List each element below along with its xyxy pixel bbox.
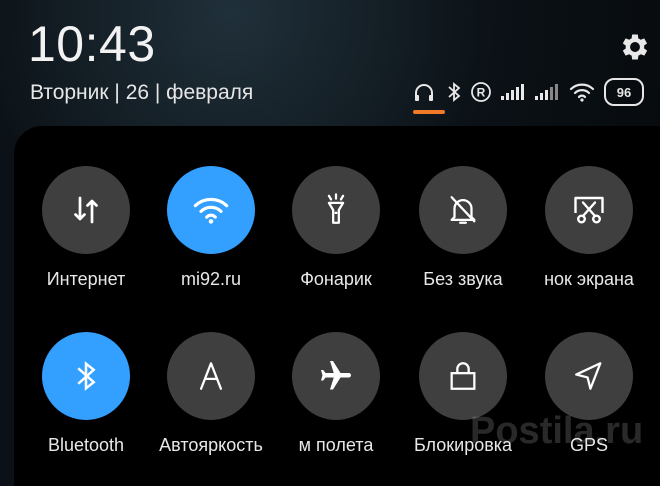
status-area: 10:43 Вторник | 26 | февраля R 96	[0, 0, 660, 135]
flashlight-icon[interactable]	[292, 166, 380, 254]
tile-bluetooth[interactable]: Bluetooth	[23, 332, 149, 456]
tile-flashlight[interactable]: Фонарик	[273, 166, 399, 290]
signal-icon	[534, 80, 560, 104]
tile-label: mi92.ru	[180, 269, 242, 289]
bluetooth-icon[interactable]	[42, 332, 130, 420]
tile-label: нок экрана	[544, 269, 634, 289]
signal-icon	[500, 80, 526, 104]
wifi-icon	[568, 80, 596, 104]
airplane-icon[interactable]	[292, 332, 380, 420]
date-text[interactable]: Вторник | 26 | февраля	[30, 80, 253, 106]
registered-icon: R	[470, 80, 492, 104]
lock-icon[interactable]	[419, 332, 507, 420]
clock-time[interactable]: 10:43	[28, 14, 156, 74]
tile-airplane[interactable]: м полета	[273, 332, 399, 456]
tile-wifi[interactable]: mi92.ru	[148, 166, 274, 290]
watermark: Postila.ru	[470, 410, 644, 452]
bell-off-icon[interactable]	[419, 166, 507, 254]
battery-icon: 96	[604, 78, 644, 106]
tile-label: Интернет	[46, 269, 126, 289]
screenshot-icon[interactable]	[545, 166, 633, 254]
tile-label: м полета	[298, 435, 374, 455]
wifi-icon[interactable]	[167, 166, 255, 254]
auto-brightness-icon[interactable]	[167, 332, 255, 420]
status-icons: R 96	[410, 78, 644, 106]
tile-internet[interactable]: Интернет	[23, 166, 149, 290]
location-icon[interactable]	[545, 332, 633, 420]
headphones-icon	[410, 80, 438, 104]
tile-label: Автояркость	[159, 435, 263, 455]
data-transfer-icon[interactable]	[42, 166, 130, 254]
tile-silent[interactable]: Без звука	[400, 166, 526, 290]
tile-label: Bluetooth	[47, 435, 125, 455]
svg-text:R: R	[477, 86, 486, 100]
gear-icon[interactable]	[618, 30, 652, 64]
bluetooth-icon	[446, 80, 462, 104]
tile-label: Фонарик	[300, 269, 372, 289]
tile-label: Без звука	[423, 269, 503, 289]
headphones-indicator	[413, 110, 445, 114]
tile-auto-brightness[interactable]: Автояркость	[148, 332, 274, 456]
tile-screenshot[interactable]: нок экрана	[526, 166, 652, 290]
